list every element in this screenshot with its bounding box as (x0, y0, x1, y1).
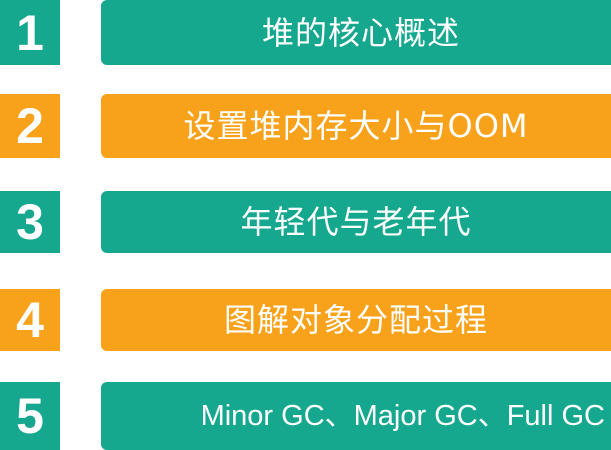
item-title-bar: 图解对象分配过程 (101, 289, 611, 351)
item-title-bar: 年轻代与老年代 (101, 191, 611, 253)
item-number: 1 (16, 4, 44, 61)
item-title-bar: Minor GC、Major GC、Full GC (101, 382, 611, 450)
agenda-item-4: 4 图解对象分配过程 (0, 289, 611, 351)
item-title: Minor GC、Major GC、Full GC (200, 399, 605, 432)
item-number: 3 (16, 194, 44, 250)
item-title: 设置堆内存大小与OOM (183, 107, 529, 145)
agenda-item-2: 2 设置堆内存大小与OOM (0, 94, 611, 158)
item-number-badge: 2 (0, 94, 60, 158)
item-number-badge: 3 (0, 191, 60, 253)
item-title: 图解对象分配过程 (223, 301, 488, 339)
item-number: 5 (16, 388, 44, 444)
agenda-item-3: 3 年轻代与老年代 (0, 191, 611, 253)
item-title-bar: 设置堆内存大小与OOM (101, 94, 611, 158)
item-number-badge: 4 (0, 289, 60, 351)
item-number: 4 (16, 292, 44, 348)
item-title: 年轻代与老年代 (240, 203, 472, 241)
item-number-badge: 5 (0, 382, 60, 450)
item-title-bar: 堆的核心概述 (101, 0, 611, 65)
agenda-item-5: 5 Minor GC、Major GC、Full GC (0, 382, 611, 450)
item-title: 堆的核心概述 (261, 13, 460, 52)
agenda-item-1: 1 堆的核心概述 (0, 0, 611, 65)
item-number: 2 (16, 98, 44, 154)
item-number-badge: 1 (0, 0, 60, 65)
